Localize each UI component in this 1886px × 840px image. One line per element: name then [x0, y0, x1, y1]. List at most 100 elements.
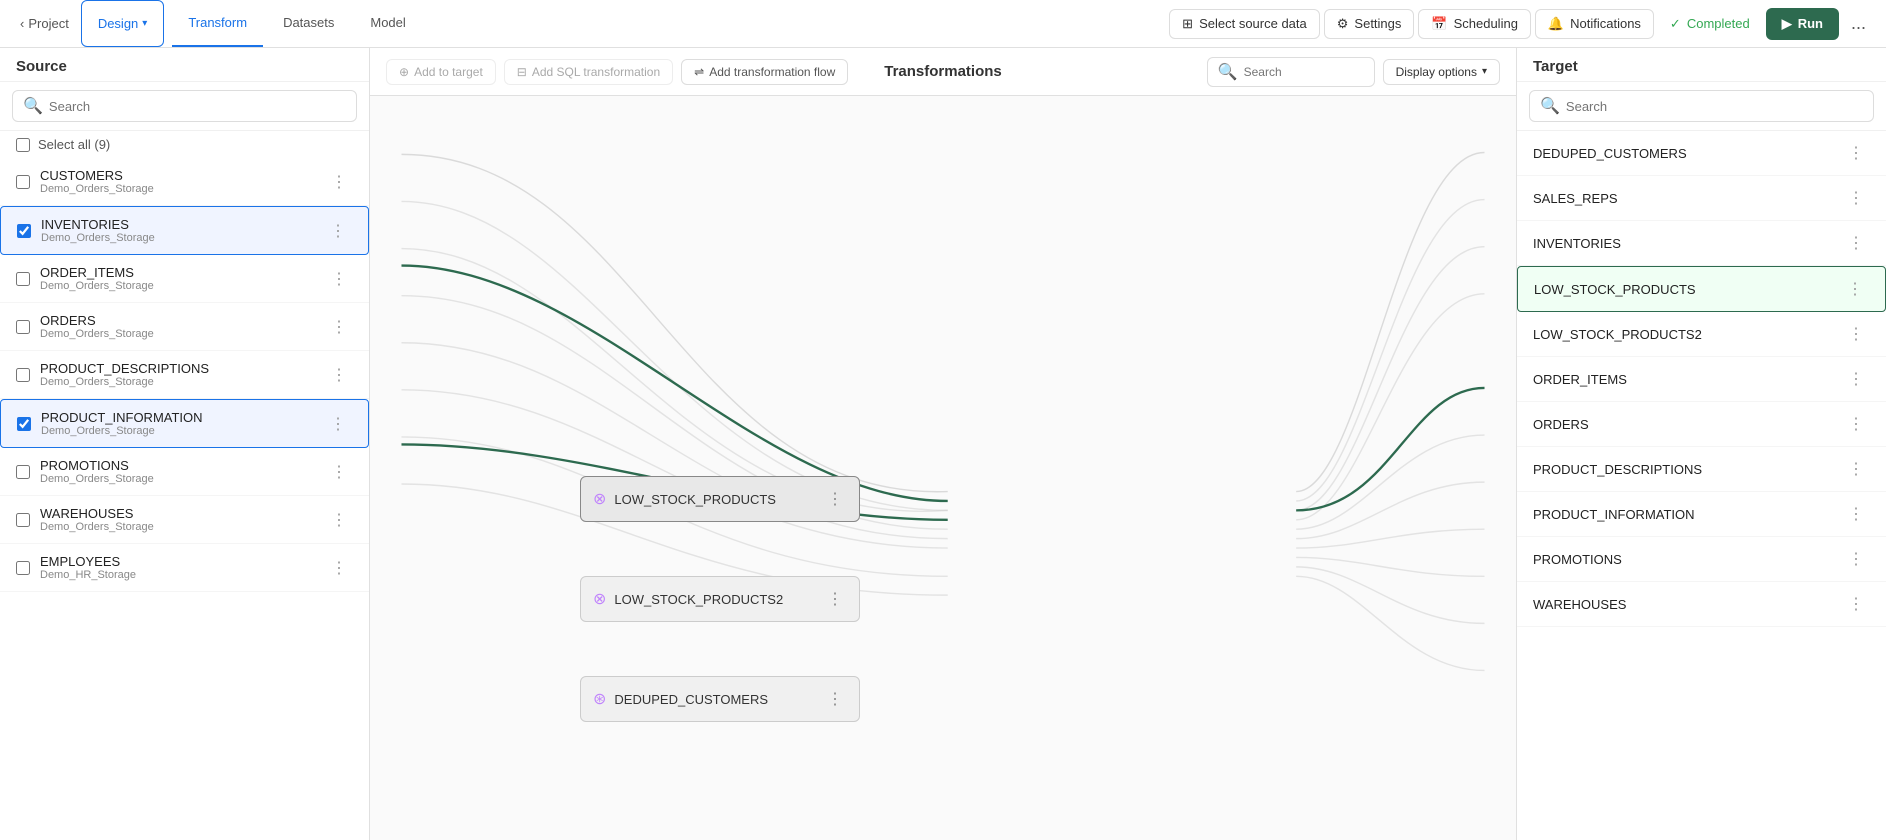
source-item[interactable]: CUSTOMERS Demo_Orders_Storage ⋮: [0, 158, 369, 206]
target-item-menu-icon[interactable]: ⋮: [1842, 592, 1870, 616]
source-item-subtitle: Demo_Orders_Storage: [40, 280, 315, 292]
source-item-info: ORDERS Demo_Orders_Storage: [40, 313, 315, 340]
target-item[interactable]: PROMOTIONS ⋮: [1517, 537, 1886, 582]
target-search-box: 🔍: [1529, 90, 1874, 122]
notifications-button[interactable]: 🔔 Notifications: [1535, 9, 1654, 39]
source-item-info: PRODUCT_INFORMATION Demo_Orders_Storage: [41, 410, 314, 437]
transform-node-icon: ⊗: [593, 489, 606, 509]
target-item-menu-icon[interactable]: ⋮: [1842, 322, 1870, 346]
source-item-checkbox[interactable]: [16, 368, 30, 382]
target-item[interactable]: LOW_STOCK_PRODUCTS ⋮: [1517, 266, 1886, 312]
target-item-name: ORDER_ITEMS: [1533, 372, 1834, 387]
target-item-menu-icon[interactable]: ⋮: [1842, 547, 1870, 571]
target-item-menu-icon[interactable]: ⋮: [1842, 186, 1870, 210]
target-item-menu-icon[interactable]: ⋮: [1841, 277, 1869, 301]
target-item[interactable]: PRODUCT_DESCRIPTIONS ⋮: [1517, 447, 1886, 492]
target-item[interactable]: DEDUPED_CUSTOMERS ⋮: [1517, 131, 1886, 176]
target-panel: Target 🔍 DEDUPED_CUSTOMERS ⋮ SALES_REPS …: [1516, 48, 1886, 840]
target-item-menu-icon[interactable]: ⋮: [1842, 457, 1870, 481]
source-icon: ⊞: [1182, 16, 1193, 32]
source-item-checkbox[interactable]: [16, 561, 30, 575]
source-item-menu-icon[interactable]: ⋮: [325, 460, 353, 484]
source-item[interactable]: EMPLOYEES Demo_HR_Storage ⋮: [0, 544, 369, 592]
target-item-menu-icon[interactable]: ⋮: [1842, 367, 1870, 391]
source-item-info: CUSTOMERS Demo_Orders_Storage: [40, 168, 315, 195]
more-options-button[interactable]: ...: [1843, 9, 1874, 38]
connections-svg: [370, 96, 1516, 840]
target-item-name: PRODUCT_INFORMATION: [1533, 507, 1834, 522]
source-item-subtitle: Demo_Orders_Storage: [40, 328, 315, 340]
calendar-icon: 📅: [1431, 16, 1447, 32]
source-item-name: WAREHOUSES: [40, 506, 315, 521]
target-list: DEDUPED_CUSTOMERS ⋮ SALES_REPS ⋮ INVENTO…: [1517, 131, 1886, 840]
transform-node-low-stock-products2[interactable]: ⊗ LOW_STOCK_PRODUCTS2 ⋮: [580, 576, 860, 622]
play-icon: ▶: [1782, 16, 1792, 32]
target-item-menu-icon[interactable]: ⋮: [1842, 231, 1870, 255]
transform-search-icon: 🔍: [1218, 62, 1238, 82]
source-item-menu-icon[interactable]: ⋮: [324, 412, 352, 436]
tab-design[interactable]: Design ▾: [81, 0, 165, 47]
add-to-target-button[interactable]: ⊕ Add to target: [386, 59, 496, 85]
target-item[interactable]: ORDER_ITEMS ⋮: [1517, 357, 1886, 402]
source-item[interactable]: INVENTORIES Demo_Orders_Storage ⋮: [0, 206, 369, 255]
sql-icon: ⊟: [517, 65, 527, 79]
source-item-checkbox[interactable]: [17, 224, 31, 238]
source-item-checkbox[interactable]: [16, 175, 30, 189]
source-item-info: WAREHOUSES Demo_Orders_Storage: [40, 506, 315, 533]
add-sql-transformation-button[interactable]: ⊟ Add SQL transformation: [504, 59, 673, 85]
source-item-checkbox[interactable]: [16, 272, 30, 286]
source-item-checkbox[interactable]: [17, 417, 31, 431]
target-item-menu-icon[interactable]: ⋮: [1842, 141, 1870, 165]
source-item-checkbox[interactable]: [16, 320, 30, 334]
node-menu-icon3[interactable]: ⋮: [823, 687, 847, 711]
transform-node-deduped-customers[interactable]: ⊛ DEDUPED_CUSTOMERS ⋮: [580, 676, 860, 722]
tab-model[interactable]: Model: [354, 0, 421, 47]
target-item-menu-icon[interactable]: ⋮: [1842, 412, 1870, 436]
select-source-data-button[interactable]: ⊞ Select source data: [1169, 9, 1320, 39]
transform-search-box: 🔍: [1207, 57, 1375, 87]
transform-search-input[interactable]: [1244, 65, 1364, 79]
main-layout: Source 🔍 Select all (9) CUSTOMERS Demo_O…: [0, 48, 1886, 840]
source-item-menu-icon[interactable]: ⋮: [325, 315, 353, 339]
design-label: Design: [98, 16, 138, 31]
source-search-input[interactable]: [49, 99, 346, 114]
target-item-menu-icon[interactable]: ⋮: [1842, 502, 1870, 526]
target-item[interactable]: LOW_STOCK_PRODUCTS2 ⋮: [1517, 312, 1886, 357]
transform-node-low-stock-products[interactable]: ⊗ LOW_STOCK_PRODUCTS ⋮: [580, 476, 860, 522]
source-item-checkbox[interactable]: [16, 513, 30, 527]
target-search-input[interactable]: [1566, 99, 1863, 114]
source-item[interactable]: ORDER_ITEMS Demo_Orders_Storage ⋮: [0, 255, 369, 303]
source-item-menu-icon[interactable]: ⋮: [324, 219, 352, 243]
source-item-menu-icon[interactable]: ⋮: [325, 170, 353, 194]
target-item[interactable]: PRODUCT_INFORMATION ⋮: [1517, 492, 1886, 537]
source-item-menu-icon[interactable]: ⋮: [325, 363, 353, 387]
target-item[interactable]: WAREHOUSES ⋮: [1517, 582, 1886, 627]
target-item-name: PRODUCT_DESCRIPTIONS: [1533, 462, 1834, 477]
source-item[interactable]: PRODUCT_DESCRIPTIONS Demo_Orders_Storage…: [0, 351, 369, 399]
target-item[interactable]: SALES_REPS ⋮: [1517, 176, 1886, 221]
source-item[interactable]: WAREHOUSES Demo_Orders_Storage ⋮: [0, 496, 369, 544]
scheduling-button[interactable]: 📅 Scheduling: [1418, 9, 1531, 39]
target-item[interactable]: INVENTORIES ⋮: [1517, 221, 1886, 266]
source-item-menu-icon[interactable]: ⋮: [325, 508, 353, 532]
node-menu-icon2[interactable]: ⋮: [823, 587, 847, 611]
settings-button[interactable]: ⚙ Settings: [1324, 9, 1415, 39]
source-item-menu-icon[interactable]: ⋮: [325, 267, 353, 291]
source-item-menu-icon[interactable]: ⋮: [325, 556, 353, 580]
add-transformation-flow-button[interactable]: ⇌ Add transformation flow: [681, 59, 848, 85]
tab-transform[interactable]: Transform: [172, 0, 263, 47]
source-item[interactable]: PROMOTIONS Demo_Orders_Storage ⋮: [0, 448, 369, 496]
node-menu-icon[interactable]: ⋮: [823, 487, 847, 511]
display-options-button[interactable]: Display options ▾: [1383, 59, 1500, 85]
source-item[interactable]: ORDERS Demo_Orders_Storage ⋮: [0, 303, 369, 351]
run-button[interactable]: ▶ Run: [1766, 8, 1839, 40]
select-all-checkbox[interactable]: [16, 138, 30, 152]
add-target-icon: ⊕: [399, 65, 409, 79]
source-item-checkbox[interactable]: [16, 465, 30, 479]
target-item-name: SALES_REPS: [1533, 191, 1834, 206]
tab-datasets[interactable]: Datasets: [267, 0, 350, 47]
back-to-project[interactable]: ‹ Project: [12, 12, 77, 35]
target-item[interactable]: ORDERS ⋮: [1517, 402, 1886, 447]
source-item[interactable]: PRODUCT_INFORMATION Demo_Orders_Storage …: [0, 399, 369, 448]
target-item-name: LOW_STOCK_PRODUCTS: [1534, 282, 1833, 297]
